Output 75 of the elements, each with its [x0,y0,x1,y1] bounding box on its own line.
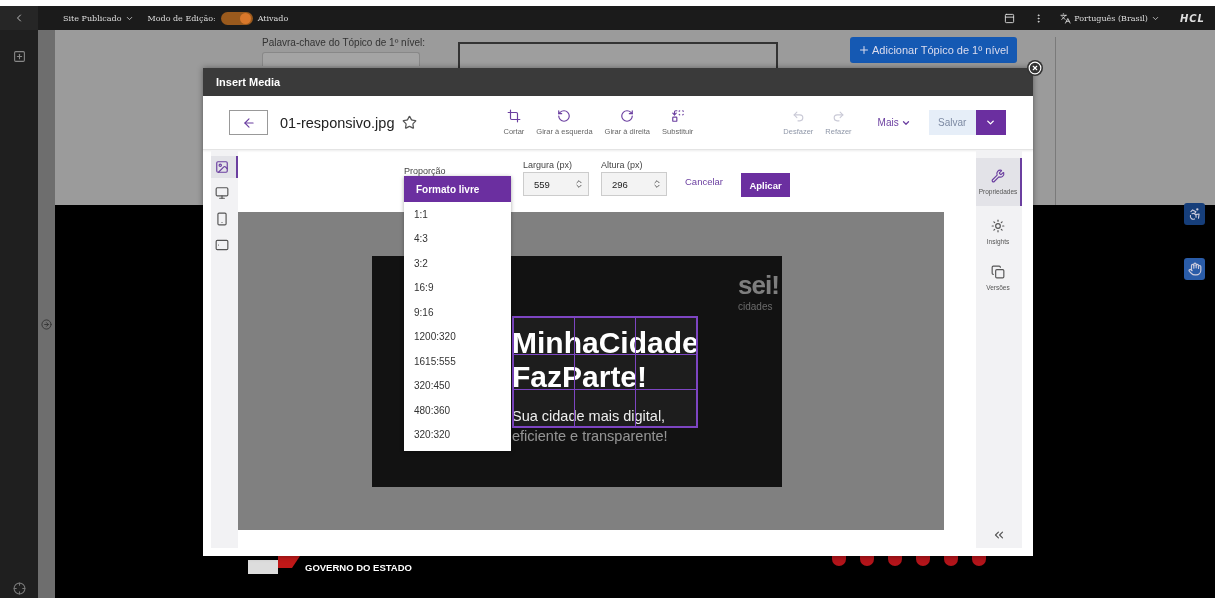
spinner-icon[interactable] [652,179,662,189]
crosshair-icon[interactable] [12,582,26,595]
site-menu[interactable]: Site Publicado [63,13,134,23]
sun-icon [991,219,1005,233]
height-label: Altura (px) [601,160,644,170]
caret-icon [985,117,997,128]
image-icon [215,160,229,174]
brand-logo: HCL [1179,12,1205,24]
star-icon [402,115,418,130]
width-field[interactable]: 559 [523,172,589,196]
add-topic-button[interactable]: Adicionar Tópico de 1º nível [850,37,1017,63]
banner-tagline: eficiente e transparente! [512,428,668,444]
ratio-option[interactable]: 1615:555 [404,349,511,374]
ratio-label: Proporção [404,166,446,176]
language-icon [1060,12,1072,24]
copy-icon [991,265,1005,279]
rotate-left-icon [557,109,572,123]
panel-icon[interactable] [1004,12,1016,24]
ratio-option[interactable]: 16:9 [404,275,511,300]
ratio-option[interactable]: 3:2 [404,251,511,276]
sign-language-button[interactable] [1184,258,1205,280]
undo-icon [791,109,805,123]
footer-text: GOVERNO DO ESTADO [305,562,412,575]
spinner-icon[interactable] [574,179,584,189]
ratio-option[interactable]: 4:3 [404,226,511,251]
keyword-label: Palavra-chave do Tópico de 1º nível: [262,37,425,48]
banner-logo: sei! [738,270,779,301]
social-icon[interactable] [832,556,846,566]
modal-title: Insert Media [216,76,281,88]
favorite-button[interactable] [402,115,418,130]
monitor-icon [215,186,229,200]
ratio-option[interactable]: 1200:320 [404,324,511,349]
close-icon [1028,61,1042,75]
redo-icon [831,109,845,123]
social-icon[interactable] [888,556,902,566]
footer-logo [248,556,300,574]
expand-icon[interactable] [41,319,52,330]
accessibility-button[interactable] [1184,203,1205,225]
cancel-button[interactable]: Cancelar [685,176,724,187]
edit-mode-state: Ativado [257,13,289,23]
banner-logo-subtitle: cidades [738,301,773,312]
ratio-option[interactable]: Formato livre [404,176,511,202]
more-menu[interactable]: Mais [877,117,911,128]
width-label: Largura (px) [523,160,574,170]
keyword-field[interactable] [262,52,420,66]
ratio-option[interactable]: 320:320 [404,422,511,447]
edit-mode-toggle[interactable] [220,11,253,25]
ratio-option[interactable]: 320:450 [404,373,511,398]
ratio-option[interactable]: 9:16 [404,300,511,325]
height-field[interactable]: 296 [601,172,667,196]
hand-icon [1187,262,1202,276]
rotate-right-icon [620,109,635,123]
language-menu[interactable]: Português (Brasil) [1074,13,1160,23]
accessibility-icon [1187,207,1202,221]
ratio-option[interactable]: 480:360 [404,398,511,423]
phone-icon [215,212,229,226]
edit-mode-label: Modo de Edição: [147,13,216,23]
apply-button[interactable]: Aplicar [741,173,791,197]
arrow-left-icon [241,115,256,130]
social-icon[interactable] [860,556,874,566]
crop-icon [506,109,521,123]
ratio-option[interactable]: 1:1 [404,202,511,227]
save-options-button[interactable] [975,110,1006,135]
double-chevron-icon [992,528,1006,542]
file-name: 01-responsivo.jpg [280,114,395,131]
back-button[interactable] [229,110,268,135]
social-icon[interactable] [916,556,930,566]
view-tab[interactable] [211,156,238,178]
social-icon[interactable] [972,556,986,566]
wrench-icon [991,169,1005,183]
tablet-icon [215,238,229,252]
social-icon[interactable] [944,556,958,566]
replace-icon [670,109,685,123]
add-panel-icon[interactable] [12,50,26,63]
plus-icon [858,44,870,56]
